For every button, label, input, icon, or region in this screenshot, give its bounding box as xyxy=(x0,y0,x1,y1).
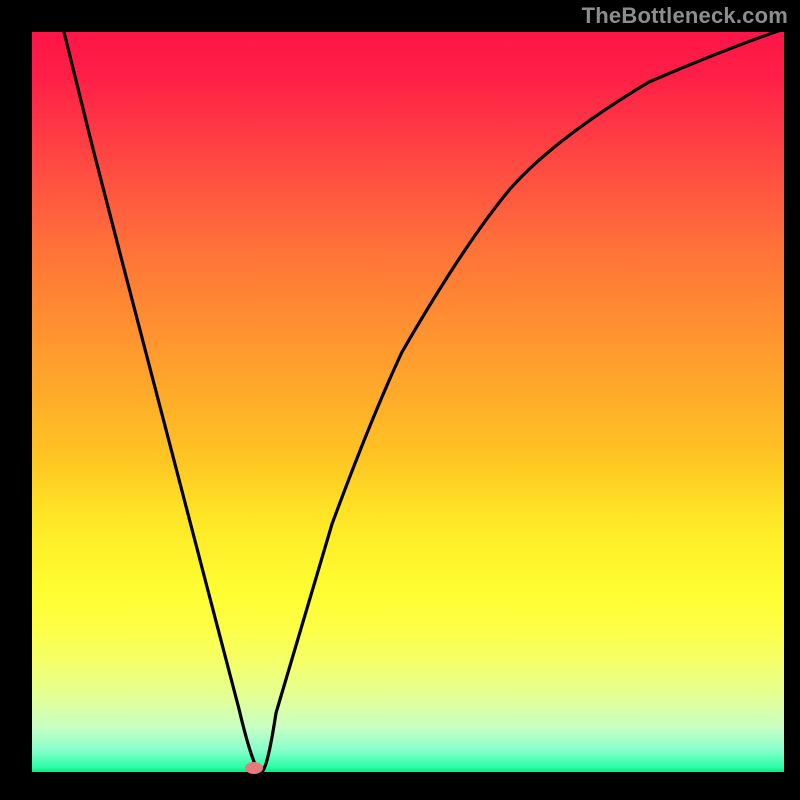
watermark-text: TheBottleneck.com xyxy=(582,3,788,29)
minimum-marker xyxy=(245,762,263,774)
bottleneck-curve xyxy=(0,0,800,800)
curve-path xyxy=(64,29,784,772)
chart-frame: TheBottleneck.com xyxy=(0,0,800,800)
